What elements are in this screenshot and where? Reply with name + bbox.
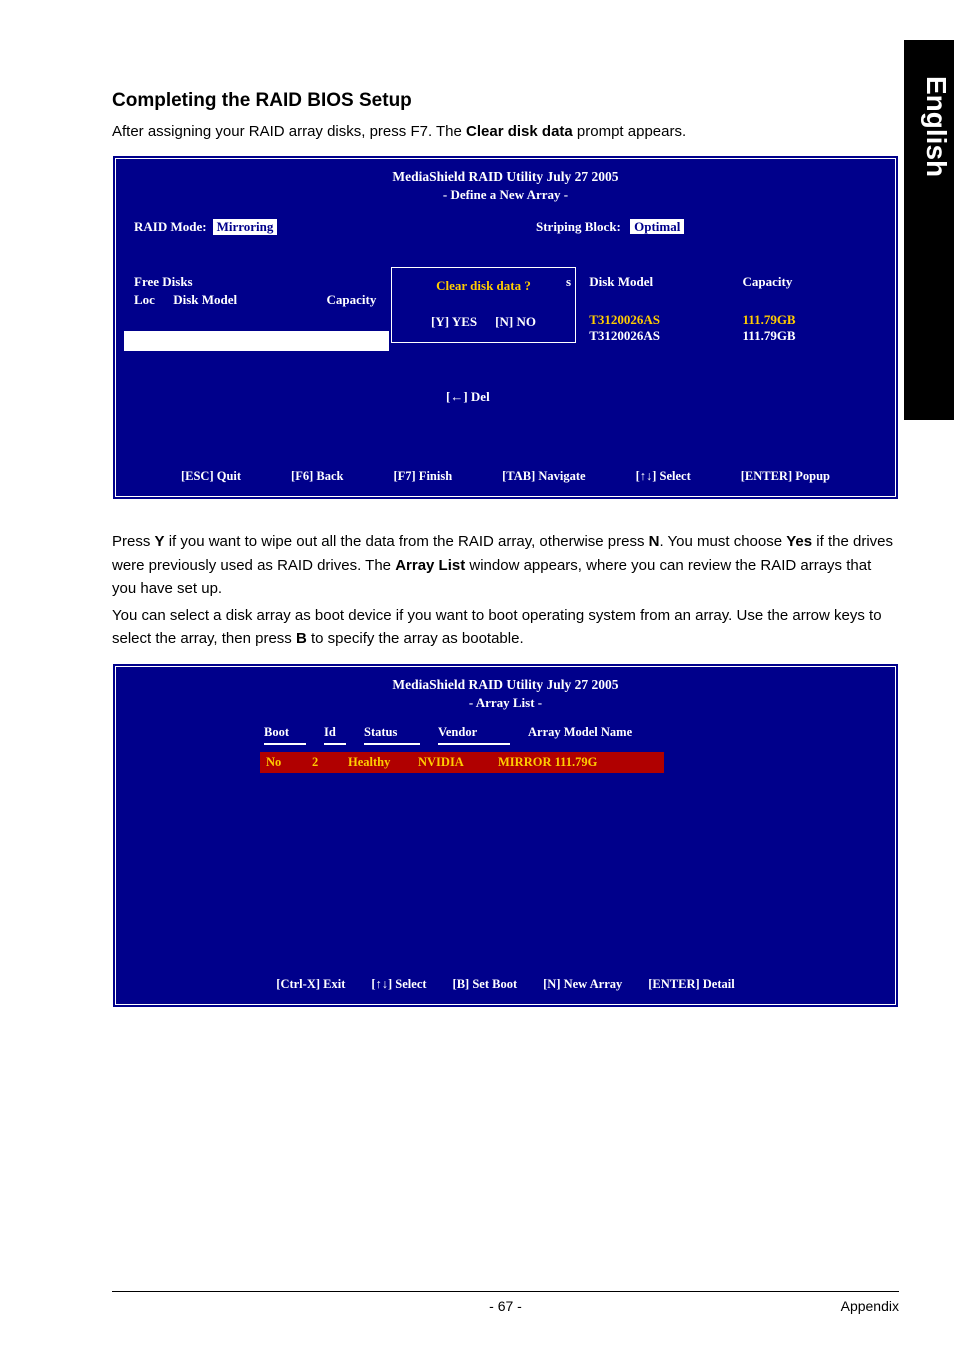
- paragraph-bootable: You can select a disk array as boot devi…: [112, 604, 899, 651]
- bios-title: MediaShield RAID Utility July 27 2005: [116, 159, 895, 187]
- hint-f6: [F6] Back: [291, 469, 343, 484]
- hint-tab: [TAB] Navigate: [502, 469, 585, 484]
- right-s-label: s: [566, 274, 586, 290]
- disk-capacity-value: 111.79GB: [743, 328, 796, 343]
- bios-key-hints: [Ctrl-X] Exit [↑↓] Select [B] Set Boot […: [116, 977, 895, 992]
- bios-screen-define-array: MediaShield RAID Utility July 27 2005 - …: [112, 155, 899, 500]
- paragraph-after-box1: Press Y if you want to wipe out all the …: [112, 530, 899, 600]
- del-hint: [←] Del: [446, 389, 490, 405]
- striping-block-label: Striping Block:: [536, 219, 621, 234]
- free-disks-panel: Free Disks Loc Disk Model Capacity: [134, 274, 376, 308]
- hint-f7: [F7] Finish: [393, 469, 452, 484]
- side-tab-label: English: [920, 76, 952, 177]
- disk-model-value: T3120026AS: [589, 328, 739, 344]
- right-capacity-label: Capacity: [743, 274, 793, 289]
- header-array-model-name: Array Model Name: [528, 725, 668, 745]
- col-capacity: Capacity: [327, 292, 377, 308]
- bios-key-hints: [ESC] Quit [F6] Back [F7] Finish [TAB] N…: [116, 469, 895, 484]
- cell-status: Healthy: [348, 755, 418, 770]
- array-disks-panel: s Disk Model Capacity T3120026AS 111.79G…: [566, 274, 796, 344]
- cell-array-model-name: MIRROR 111.79G: [498, 755, 658, 770]
- hint-newarray: [N] New Array: [543, 977, 622, 992]
- striping-block-value[interactable]: Optimal: [630, 219, 684, 234]
- dialog-title: Clear disk data ?: [392, 278, 575, 294]
- array-list-row[interactable]: No 2 Healthy NVIDIA MIRROR 111.79G: [260, 752, 664, 773]
- raid-mode-label: RAID Mode:: [134, 219, 207, 235]
- hint-setboot: [B] Set Boot: [453, 977, 518, 992]
- bios-subtitle: - Array List -: [116, 695, 895, 723]
- disk-model-value: T3120026AS: [589, 312, 739, 328]
- clear-disk-dialog: Clear disk data ? [Y] YES [N] NO: [391, 267, 576, 343]
- bios-screen-array-list: MediaShield RAID Utility July 27 2005 - …: [112, 663, 899, 1008]
- array-list-header: Boot Id Status Vendor Array Model Name: [264, 725, 686, 745]
- array-disk-row[interactable]: T3120026AS 111.79GB: [566, 312, 796, 328]
- raid-mode-value[interactable]: Mirroring: [213, 219, 278, 235]
- col-loc: Loc: [134, 292, 170, 308]
- hint-arrows: [↑↓] Select: [636, 469, 691, 484]
- array-disk-row[interactable]: T3120026AS 111.79GB: [566, 328, 796, 344]
- col-disk-model: Disk Model: [173, 292, 323, 308]
- disk-capacity-value: 111.79GB: [743, 312, 796, 327]
- header-status: Status: [364, 725, 420, 745]
- section-heading: Completing the RAID BIOS Setup: [112, 90, 899, 112]
- header-vendor: Vendor: [438, 725, 510, 745]
- hint-exit: [Ctrl-X] Exit: [276, 977, 345, 992]
- bios-subtitle: - Define a New Array -: [116, 187, 895, 215]
- header-id: Id: [324, 725, 346, 745]
- page-footer: - 67 - Appendix: [112, 1291, 899, 1314]
- cell-id: 2: [312, 755, 348, 770]
- dialog-yes[interactable]: [Y] YES: [431, 314, 477, 330]
- selected-free-disk-row[interactable]: [124, 331, 389, 351]
- footer-section: Appendix: [841, 1298, 899, 1314]
- cell-vendor: NVIDIA: [418, 755, 498, 770]
- intro-paragraph: After assigning your RAID array disks, p…: [112, 120, 899, 143]
- free-disks-label: Free Disks: [134, 274, 376, 290]
- cell-boot: No: [266, 755, 312, 770]
- header-boot: Boot: [264, 725, 306, 745]
- hint-detail: [ENTER] Detail: [648, 977, 734, 992]
- hint-enter: [ENTER] Popup: [741, 469, 830, 484]
- bios-title: MediaShield RAID Utility July 27 2005: [116, 667, 895, 695]
- page-number: - 67 -: [489, 1298, 522, 1314]
- hint-select: [↑↓] Select: [371, 977, 426, 992]
- right-disk-model-label: Disk Model: [589, 274, 739, 290]
- dialog-no[interactable]: [N] NO: [495, 314, 536, 330]
- hint-esc: [ESC] Quit: [181, 469, 241, 484]
